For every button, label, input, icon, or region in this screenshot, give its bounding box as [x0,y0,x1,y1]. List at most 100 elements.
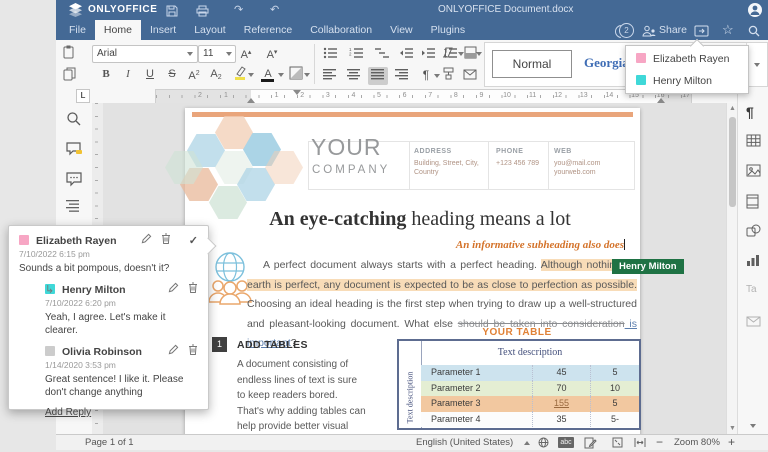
user-color-swatch [636,53,646,63]
show-paragraph-marks-button[interactable]: ¶ [416,66,436,84]
style-georgia[interactable]: Georgia [584,50,629,76]
comment-date: 7/10/2022 6:20 pm [45,298,116,308]
table-row: Parameter 2 70 10 [421,380,639,396]
tab-collaboration[interactable]: Collaboration [301,20,381,40]
clear-style-button[interactable] [438,46,458,64]
background-dropdown[interactable] [476,52,482,56]
share-button[interactable]: Share [659,20,687,40]
style-normal[interactable]: Normal [492,50,572,78]
zoom-out-button[interactable]: − [656,435,663,450]
align-justify-button[interactable] [368,67,388,85]
text-run-normal: A perfect document always starts with a … [263,259,541,271]
find-search-icon[interactable] [66,111,82,127]
comment-thread: Elizabeth Rayen ✓ 7/10/2022 6:15 pm Sounds … [9,232,208,399]
font-name-select[interactable]: Arial [92,45,198,63]
subscript-button[interactable]: A2 [206,65,226,83]
redo-button[interactable]: ↷ [234,0,243,20]
section-title: ADD TABLES [237,339,308,351]
font-color-dropdown[interactable] [278,73,284,77]
scroll-up-icon[interactable]: ▲ [729,105,736,112]
ruler-number: 14 [605,92,614,99]
language-chevron-icon[interactable] [524,441,530,445]
ruler-number: 1 [224,92,228,99]
styles-gallery-expand[interactable] [746,43,767,86]
increase-indent-button[interactable] [418,46,438,64]
chart-settings-icon[interactable] [746,254,762,270]
underline-button[interactable]: U [140,65,160,83]
table-row: Parameter 1 45 5 [421,365,639,381]
language-select[interactable]: English (United States) [416,435,513,450]
decrease-indent-button[interactable] [396,46,416,64]
ruler-number: 7 [428,92,433,99]
multilevel-list-button[interactable] [372,46,392,64]
user-avatar[interactable] [748,3,762,17]
table-row: Parameter 4 35 5- [421,411,639,427]
edit-comment-icon[interactable] [168,343,179,359]
navigation-headings-icon[interactable] [66,199,82,215]
document-table: Text description Text description Parame… [397,339,641,430]
bullet-list-button[interactable] [320,46,340,64]
track-changes-button[interactable] [584,437,597,452]
tab-plugins[interactable]: Plugins [422,20,474,40]
edit-comment-icon[interactable] [141,232,152,248]
table-settings-icon[interactable] [746,134,762,150]
horizontal-ruler[interactable]: 2 1 1 2 3 4 5 6 7 8 9 10 11 12 13 14 15 16 17 [155,89,692,104]
favorite-star-button[interactable]: ☆ [722,21,734,39]
scrollbar-thumb[interactable] [729,117,736,207]
coediting-users-button[interactable]: 2 [619,23,634,38]
edit-comment-icon[interactable] [168,281,179,297]
tab-insert[interactable]: Insert [141,20,185,40]
copy-style-button[interactable] [438,67,458,85]
numbered-list-button[interactable]: 12 [346,46,366,64]
bold-button[interactable]: B [96,65,116,83]
undo-button[interactable]: ↶ [270,0,279,20]
tab-layout[interactable]: Layout [185,20,235,40]
align-right-button[interactable] [392,67,412,85]
tab-home[interactable]: Home [94,20,141,40]
tab-reference[interactable]: Reference [235,20,301,40]
italic-button[interactable]: I [118,65,138,83]
tab-file[interactable]: File [60,20,95,40]
shading-dropdown[interactable] [304,73,310,77]
mail-merge-button[interactable] [460,67,480,85]
highlight-color-dropdown[interactable] [248,73,254,77]
paste-button[interactable] [62,45,78,66]
superscript-button[interactable]: A2 [184,65,204,83]
align-left-button[interactable] [320,67,340,85]
add-reply-link[interactable]: Add Reply [45,407,91,418]
font-size-select[interactable]: 11 [198,45,236,63]
shape-settings-icon[interactable] [746,224,762,240]
decrease-font-size-button[interactable]: A▾ [262,44,282,62]
tab-bar: File Home Insert Layout Reference Collaborati… [56,20,768,40]
tab-view[interactable]: View [381,20,422,40]
highlight-color-button[interactable] [230,65,250,83]
increase-font-size-button[interactable]: A▴ [236,44,256,62]
table-cell-value2: 10 [609,382,620,393]
comments-icon[interactable] [66,141,82,157]
panel-scroll-down-icon[interactable] [750,424,756,428]
scroll-down-icon[interactable]: ▼ [729,425,736,432]
align-center-button[interactable] [344,67,364,85]
resolve-comment-icon[interactable]: ✓ [180,232,198,249]
delete-comment-icon[interactable] [188,281,198,297]
strikethrough-button[interactable]: S [162,65,182,83]
zoom-in-button[interactable]: + [728,435,735,450]
paragraph-settings-icon[interactable]: ¶ [746,104,762,120]
delete-comment-icon[interactable] [188,343,198,359]
chat-icon[interactable] [66,171,82,187]
right-settings-panel: ¶ Ta [737,88,768,434]
copy-button[interactable] [62,66,78,87]
font-color-button[interactable]: A [258,65,278,83]
document-page[interactable]: ADDRESS Building, Street, City, Country PHO… [165,108,684,434]
paragraph-shading-button[interactable] [286,66,306,84]
delete-comment-icon[interactable] [161,232,171,248]
contact-column-header: WEB [554,148,572,155]
contact-column-value: Building, Street, City, Country [414,160,479,176]
ruler-number: 4 [351,92,356,99]
comment-author-name: Henry Milton [62,284,126,296]
header-footer-settings-icon[interactable] [746,194,762,210]
tab-stop-selector[interactable]: L [76,89,90,103]
spell-check-button[interactable]: abc [558,437,574,448]
image-settings-icon[interactable] [746,164,762,180]
coeditor-cursor-flag: Henry Milton [612,259,684,274]
